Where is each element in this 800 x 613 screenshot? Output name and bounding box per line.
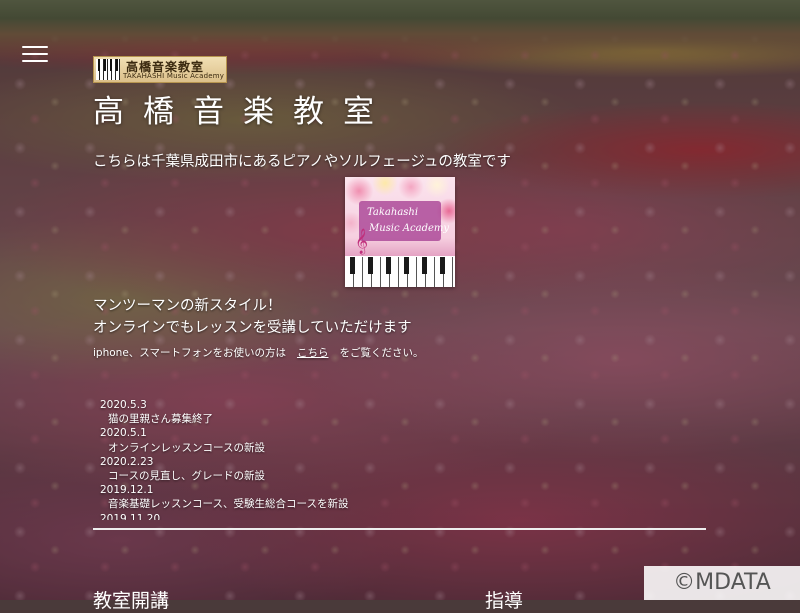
news-item: 2020.2.23 コースの見直し、グレードの新設 — [96, 455, 516, 483]
news-date: 2020.5.3 — [100, 399, 147, 411]
promo-text: マンツーマンの新スタイル！ オンラインでもレッスンを受講していただけます — [93, 295, 412, 339]
news-item: 2019.12.1 音楽基礎レッスンコース、受験生総合コースを新設 — [96, 483, 516, 511]
news-date: 2020.5.1 — [100, 427, 147, 440]
news-text: コースの見直し、グレードの新設 — [108, 470, 265, 483]
news-text: 猫の里親さん募集終了 — [108, 413, 213, 426]
emblem-line-2: Music Academy — [369, 223, 450, 234]
site-title: 高橋音楽教室 — [93, 94, 393, 130]
promo-line-1: マンツーマンの新スタイル！ — [93, 298, 282, 314]
news-date: 2020.2.23 — [100, 455, 154, 468]
menu-icon[interactable] — [22, 44, 48, 64]
divider — [93, 528, 706, 530]
site-logo[interactable]: 高橋音楽教室 TAKAHASHI Music Academy — [93, 56, 227, 83]
iphone-note: iphone、スマートフォンをお使いの方は こちら をご覧ください。 — [93, 345, 423, 360]
news-date: 2019.12.1 — [100, 484, 154, 497]
academy-emblem-image: Takahashi Music Academy 𝄞 — [345, 177, 455, 287]
news-text: 音楽基礎レッスンコース、受験生総合コースを新設 — [108, 498, 349, 511]
news-text: オンラインレッスンコースの新設 — [108, 441, 265, 454]
promo-line-2: オンラインでもレッスンを受講していただけます — [93, 320, 412, 336]
logo-en-text: TAKAHASHI Music Academy — [123, 72, 225, 80]
piano-keyboard-graphic — [345, 257, 455, 287]
emblem-line-1: Takahashi — [367, 207, 419, 218]
news-item: 2020.5.3 猫の里親さん募集終了 — [96, 398, 516, 426]
copyright-badge: ©MDATA — [644, 566, 800, 600]
piano-keys-icon — [96, 59, 120, 80]
iphone-note-suffix: をご覧ください。 — [339, 347, 424, 359]
news-item: 2019.11.20 — [96, 512, 516, 520]
tagline: こちらは千葉県成田市にあるピアノやソルフェージュの教室です — [93, 154, 511, 170]
news-item: 2020.5.1 オンラインレッスンコースの新設 — [96, 426, 516, 454]
smartphone-link[interactable]: こちら — [297, 347, 329, 359]
treble-clef-icon: 𝄞 — [355, 229, 369, 254]
news-list: 2020.5.3 猫の里親さん募集終了 2020.5.1 オンラインレッスンコー… — [96, 398, 516, 520]
iphone-note-prefix: iphone、スマートフォンをお使いの方は — [93, 347, 286, 359]
news-date: 2019.11.20 — [100, 512, 161, 520]
